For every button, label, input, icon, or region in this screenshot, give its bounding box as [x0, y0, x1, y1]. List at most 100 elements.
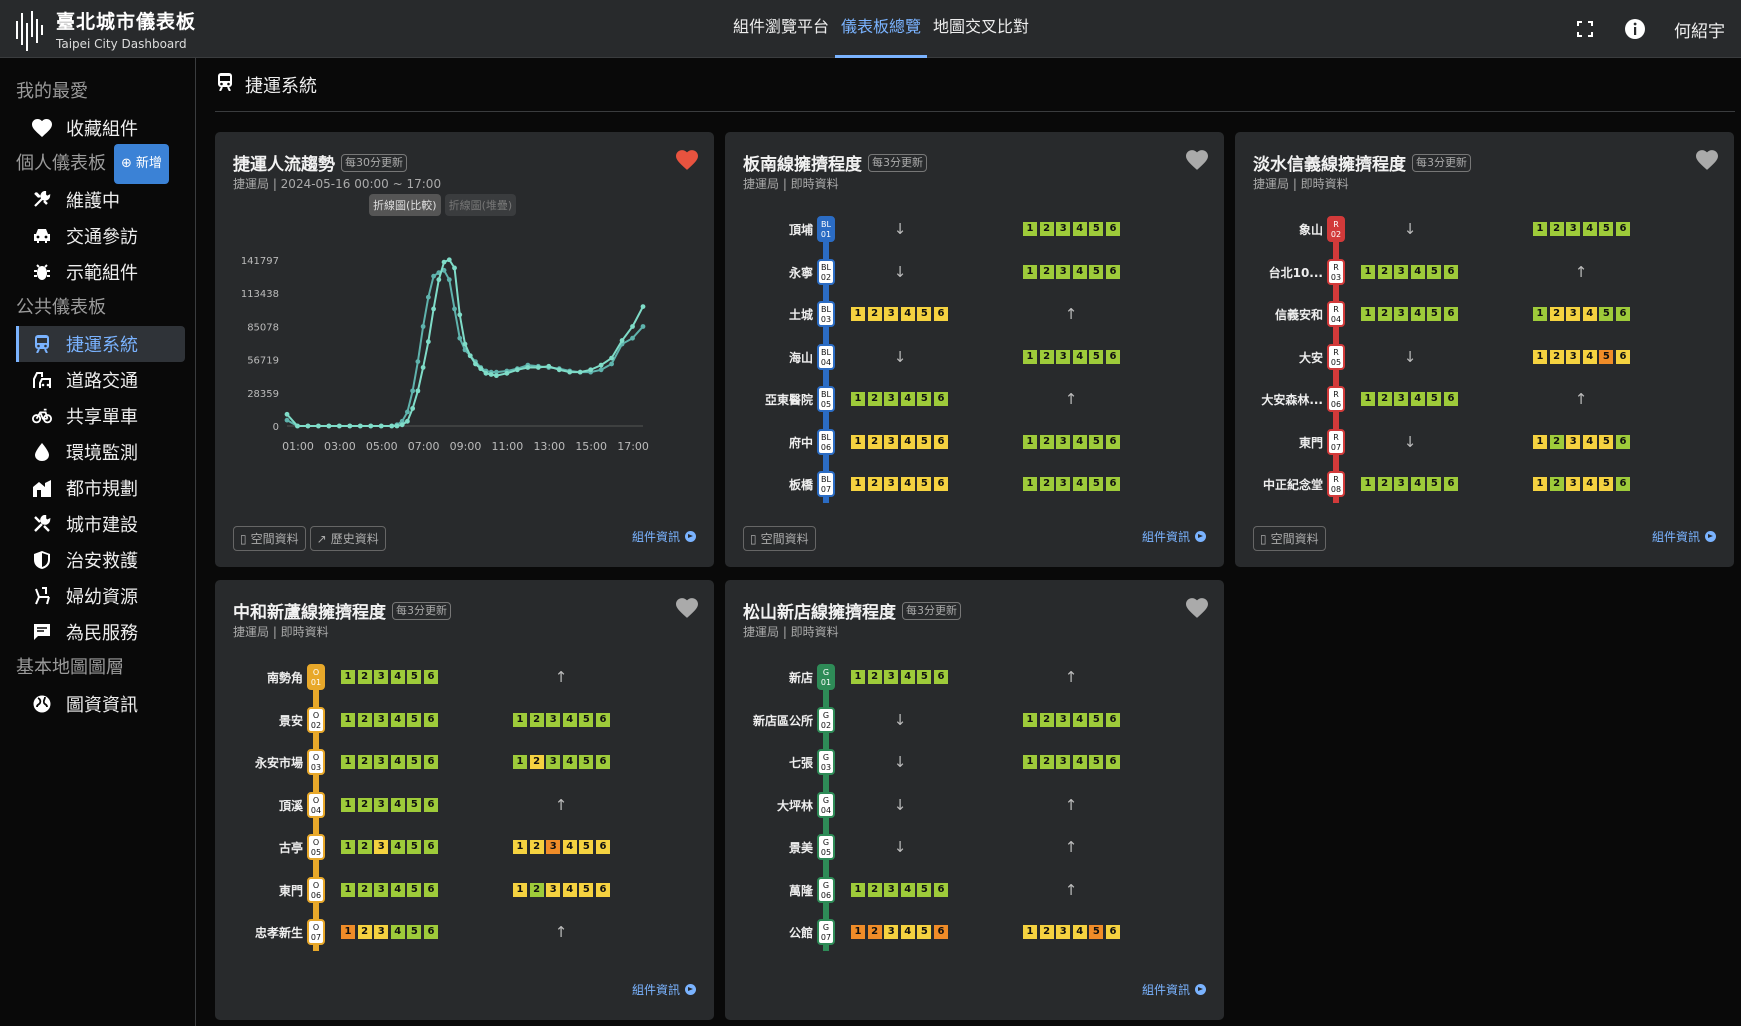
- bike-icon: [32, 406, 52, 426]
- fullscreen-icon[interactable]: [1574, 18, 1596, 40]
- traffic-icon: [32, 370, 52, 390]
- x-tick-label: 13:00: [533, 440, 565, 453]
- app-title: 臺北城市儀表板: [56, 10, 197, 33]
- data-point: [394, 423, 400, 429]
- car-crowding-cell: 2: [1039, 925, 1054, 939]
- car-crowding-cell: 4: [390, 840, 405, 854]
- car-crowding-cell: 6: [1105, 925, 1120, 939]
- car-crowding-cell: 6: [423, 882, 438, 897]
- car-crowding-cell: 1: [1361, 477, 1375, 491]
- station-name: 海山: [788, 350, 813, 365]
- car-crowding-cell: 3: [374, 925, 389, 939]
- sidebar-item-traffic-visit[interactable]: 交通參訪: [0, 218, 185, 254]
- data-point: [378, 423, 384, 429]
- station-name: 亞東醫院: [764, 393, 813, 407]
- station-code: R 02: [1327, 216, 1345, 242]
- station-row: 公館 G 07 1 2 3 4 5 6 1 2 3 4 5 6: [743, 919, 1206, 945]
- tab-dashboard-overview[interactable]: 儀表板總覽: [835, 0, 928, 58]
- car-crowding-group: 123456: [1533, 307, 1633, 321]
- car-crowding-group: 123456: [341, 840, 441, 854]
- sidebar-item-map-info[interactable]: 圖資資訊: [0, 686, 185, 722]
- sidebar-item-label: 收藏組件: [66, 119, 138, 140]
- data-point: [284, 417, 290, 423]
- chart-type-stack-tab[interactable]: 折線圖(堆疊): [444, 194, 517, 216]
- history-data-button[interactable]: ↗ 歷史資料: [309, 526, 386, 551]
- car-crowding-cell: 3: [1566, 434, 1581, 449]
- favorite-heart-icon[interactable]: [676, 598, 698, 618]
- station-name: 府中: [788, 435, 813, 450]
- user-name[interactable]: 何紹宇: [1674, 17, 1725, 42]
- sidebar-item-metro[interactable]: 捷運系統: [16, 326, 185, 362]
- button-label: 歷史資料: [330, 532, 379, 546]
- car-crowding-cell: 6: [1105, 712, 1120, 727]
- station-code: O 06: [307, 876, 325, 903]
- spatial-data-button[interactable]: ▯ 空間資料: [1253, 526, 1326, 551]
- data-point: [609, 355, 614, 361]
- sidebar-item-city-construction[interactable]: 城市建設: [0, 506, 185, 542]
- car-crowding-group: 123456: [1023, 434, 1123, 449]
- sidebar-item-urban-planning[interactable]: 都市規劃: [0, 470, 185, 506]
- car-crowding-group: 123456: [851, 925, 951, 939]
- tab-map-compare[interactable]: 地圖交叉比對: [927, 0, 1035, 58]
- station-row: 中正紀念堂 R 08 1 2 3 4 5 6 1 2 3 4 5 6: [1253, 471, 1716, 497]
- spatial-data-button[interactable]: ▯ 空間資料: [743, 526, 816, 551]
- car-crowding-cell: 3: [1394, 264, 1409, 279]
- car-crowding-cell: 2: [357, 670, 372, 684]
- water-drop-icon: [32, 442, 52, 462]
- car-crowding-cell: 1: [513, 755, 527, 769]
- train-icon: [217, 73, 233, 96]
- car-crowding-cell: 5: [1427, 307, 1442, 321]
- car-crowding-cell: 5: [407, 755, 422, 769]
- sidebar-item-road-traffic[interactable]: 道路交通: [0, 362, 185, 398]
- arrow-down-icon: ↓: [893, 753, 907, 771]
- car-crowding-cell: 5: [917, 925, 932, 939]
- info-icon[interactable]: [1624, 18, 1646, 40]
- sidebar-item-demo[interactable]: 示範組件: [0, 254, 185, 290]
- card-line-crowding: 板南線擁擠程度 每3分更新 捷運局 | 即時資料 頂埔 BL 01 ↓ 1 2 3 4 5 6 永寧 BL 0…: [725, 132, 1224, 567]
- data-point: [368, 423, 374, 429]
- car-crowding-cell: 4: [1582, 434, 1597, 449]
- chart-type-compare-tab[interactable]: 折線圖(比較): [369, 194, 441, 216]
- arrow-circle-icon: [685, 531, 696, 542]
- car-crowding-group: 123456: [341, 670, 441, 684]
- station-code: G 03: [817, 749, 835, 775]
- logo[interactable]: 臺北城市儀表板 Taipei City Dashboard: [14, 7, 196, 51]
- car-crowding-cell: 3: [884, 477, 899, 491]
- new-dashboard-button[interactable]: ⊕ 新增: [114, 144, 169, 184]
- favorite-heart-icon[interactable]: [1186, 598, 1208, 618]
- car-crowding-cell: 6: [1443, 392, 1458, 406]
- component-info-link[interactable]: 組件資訊: [1142, 981, 1206, 998]
- tab-component-browse[interactable]: 組件瀏覽平台: [727, 0, 835, 58]
- car-crowding-cell: 5: [407, 882, 422, 897]
- car-crowding-cell: 3: [546, 840, 561, 854]
- favorite-heart-icon[interactable]: [1186, 150, 1208, 170]
- car-crowding-cell: 4: [1072, 755, 1087, 769]
- station-name: 景美: [788, 841, 813, 855]
- car-crowding-cell: 3: [1394, 477, 1409, 491]
- update-badge: 每3分更新: [392, 601, 451, 620]
- sidebar-item-public-safety[interactable]: 治安救護: [0, 542, 185, 578]
- favorite-heart-icon[interactable]: [676, 150, 698, 170]
- sidebar-item-citizen-service[interactable]: 為民服務: [0, 614, 185, 650]
- station-code: R 06: [1327, 386, 1345, 412]
- sidebar-item-label: 城市建設: [66, 515, 138, 536]
- arrow-down-icon: ↓: [893, 262, 907, 281]
- car-crowding-cell: 5: [1089, 477, 1104, 491]
- sidebar-item-environment[interactable]: 環境監測: [0, 434, 185, 470]
- car-crowding-cell: 4: [1072, 712, 1087, 727]
- sidebar-item-women-children[interactable]: 婦幼資源: [0, 578, 185, 614]
- car-crowding-cell: 4: [390, 755, 405, 769]
- favorite-heart-icon[interactable]: [1696, 150, 1718, 170]
- sidebar-item-favorites[interactable]: 收藏組件: [0, 110, 185, 146]
- component-info-link[interactable]: 組件資訊: [632, 528, 696, 545]
- sidebar-item-label: 環境監測: [66, 443, 138, 464]
- sidebar-item-bike-share[interactable]: 共享單車: [0, 398, 185, 434]
- component-info-link[interactable]: 組件資訊: [632, 981, 696, 998]
- component-info-link[interactable]: 組件資訊: [1652, 528, 1716, 545]
- arrow-circle-icon: [685, 984, 696, 995]
- component-info-link[interactable]: 組件資訊: [1142, 528, 1206, 545]
- sidebar-item-maintenance[interactable]: 維護中: [0, 182, 185, 218]
- spatial-data-button[interactable]: ▯ 空間資料: [233, 526, 306, 551]
- car-crowding-cell: 1: [1023, 925, 1037, 939]
- car-crowding-cell: 3: [546, 755, 561, 769]
